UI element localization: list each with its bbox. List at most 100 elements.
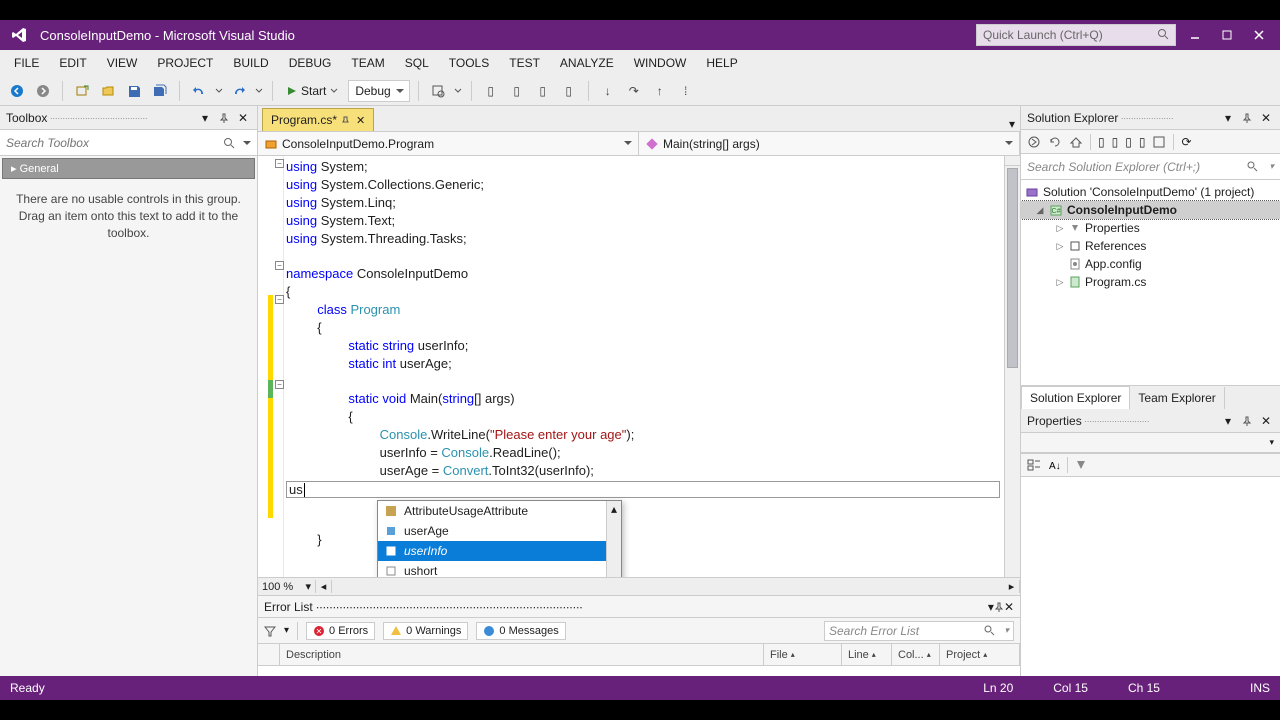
se-properties-icon[interactable]	[1152, 135, 1166, 149]
se-btn[interactable]: ▯	[1139, 135, 1146, 149]
intelli-item-selected[interactable]: userInfo	[378, 541, 621, 561]
col-project[interactable]: Project▴	[940, 644, 1020, 665]
menu-debug[interactable]: DEBUG	[281, 52, 340, 74]
solution-node[interactable]: Solution 'ConsoleInputDemo' (1 project)	[1021, 183, 1280, 201]
props-combo[interactable]: ▾	[1021, 433, 1280, 453]
menu-sql[interactable]: SQL	[397, 52, 437, 74]
pin-icon[interactable]	[1239, 413, 1255, 429]
zoom-combo[interactable]: 100 %▾	[258, 580, 316, 593]
intellisense-popup[interactable]: AttributeUsageAttribute userAge userInfo…	[377, 500, 622, 577]
tb-btn-4[interactable]: ▯	[558, 80, 580, 102]
menu-file[interactable]: FILE	[6, 52, 47, 74]
save-all-button[interactable]	[149, 80, 171, 102]
close-tab-icon[interactable]: ✕	[356, 114, 365, 127]
se-btn[interactable]: ▯	[1112, 135, 1119, 149]
start-button[interactable]: Start	[281, 84, 344, 98]
member-combo[interactable]: Main(string[] args)	[639, 132, 1020, 155]
step-over-button[interactable]: ↷	[623, 80, 645, 102]
maximize-button[interactable]	[1214, 22, 1240, 48]
se-showall-icon[interactable]: ⟳	[1181, 135, 1191, 149]
menu-test[interactable]: TEST	[501, 52, 548, 74]
tab-solution-explorer[interactable]: Solution Explorer	[1021, 386, 1130, 409]
menu-analyze[interactable]: ANALYZE	[552, 52, 622, 74]
intelli-item[interactable]: userAge	[378, 521, 621, 541]
type-combo[interactable]: ConsoleInputDemo.Program	[258, 132, 639, 155]
se-home-icon[interactable]	[1027, 135, 1041, 149]
close-icon[interactable]: ✕	[1258, 413, 1274, 429]
se-btn[interactable]: ▯	[1125, 135, 1132, 149]
messages-chip[interactable]: 0 Messages	[476, 622, 565, 640]
panel-dropdown-icon[interactable]: ▾	[197, 110, 213, 126]
redo-button[interactable]	[228, 80, 250, 102]
menu-window[interactable]: WINDOW	[626, 52, 695, 74]
menu-project[interactable]: PROJECT	[149, 52, 221, 74]
close-icon[interactable]: ✕	[1258, 110, 1274, 126]
categorized-icon[interactable]	[1027, 458, 1041, 472]
se-home2-icon[interactable]	[1069, 135, 1083, 149]
col-description[interactable]: Description	[280, 644, 764, 665]
intelli-item[interactable]: AttributeUsageAttribute	[378, 501, 621, 521]
col-file[interactable]: File▴	[764, 644, 842, 665]
col-line[interactable]: Line▴	[842, 644, 892, 665]
editor-scrollbar[interactable]	[1004, 156, 1020, 577]
current-line[interactable]: us	[286, 481, 1000, 498]
minimize-button[interactable]	[1182, 22, 1208, 48]
menu-help[interactable]: HELP	[698, 52, 745, 74]
save-button[interactable]	[123, 80, 145, 102]
pin-icon[interactable]	[994, 602, 1004, 612]
se-collapse-icon[interactable]: ▯	[1098, 135, 1105, 149]
tab-team-explorer[interactable]: Team Explorer	[1130, 387, 1224, 409]
intelli-item[interactable]: ushort	[378, 561, 621, 577]
programcs-node[interactable]: ▷Program.cs	[1021, 273, 1280, 291]
error-search-input[interactable]: Search Error List ▾	[824, 621, 1014, 641]
split-handle[interactable]	[1005, 156, 1020, 166]
toolbox-group-general[interactable]: ▸ General	[2, 158, 255, 179]
nav-fwd-button[interactable]	[32, 80, 54, 102]
se-refresh-icon[interactable]	[1048, 135, 1062, 149]
appconfig-node[interactable]: App.config	[1021, 255, 1280, 273]
chevron-down-icon[interactable]: ▾	[1004, 625, 1009, 636]
config-combo[interactable]: Debug	[348, 80, 409, 102]
project-node[interactable]: ◢C#ConsoleInputDemo	[1021, 201, 1280, 219]
step-out-button[interactable]: ↑	[649, 80, 671, 102]
warnings-chip[interactable]: 0 Warnings	[383, 622, 468, 640]
scroll-up-icon[interactable]: ▴	[607, 501, 621, 516]
tb-btn-3[interactable]: ▯	[532, 80, 554, 102]
solution-tree[interactable]: Solution 'ConsoleInputDemo' (1 project) …	[1021, 180, 1280, 385]
code-editor[interactable]: − − − − using System; using System.Colle…	[258, 156, 1020, 577]
step-into-button[interactable]: ↓	[597, 80, 619, 102]
hscroll-right[interactable]: ▸	[1004, 580, 1020, 593]
menu-build[interactable]: BUILD	[225, 52, 276, 74]
new-project-button[interactable]	[71, 80, 93, 102]
alpha-icon[interactable]: A↓	[1047, 458, 1061, 472]
references-node[interactable]: ▷References	[1021, 237, 1280, 255]
scrollbar-thumb[interactable]	[1007, 168, 1018, 368]
properties-node[interactable]: ▷Properties	[1021, 219, 1280, 237]
toolbox-search-input[interactable]	[6, 136, 251, 150]
tab-program-cs[interactable]: Program.cs* ✕	[262, 108, 374, 131]
props-btn[interactable]	[1074, 458, 1088, 472]
tb-btn-1[interactable]: ▯	[480, 80, 502, 102]
menu-edit[interactable]: EDIT	[51, 52, 94, 74]
col-col[interactable]: Col...▴	[892, 644, 940, 665]
close-icon[interactable]: ✕	[1004, 600, 1014, 614]
tb-more[interactable]: ⁞	[675, 80, 697, 102]
nav-back-button[interactable]	[6, 80, 28, 102]
tb-btn-2[interactable]: ▯	[506, 80, 528, 102]
menu-tools[interactable]: TOOLS	[441, 52, 497, 74]
close-button[interactable]	[1246, 22, 1272, 48]
chevron-down-icon[interactable]: ▾	[1269, 161, 1274, 172]
undo-button[interactable]	[188, 80, 210, 102]
menu-team[interactable]: TEAM	[343, 52, 392, 74]
pin-icon[interactable]	[1239, 110, 1255, 126]
pin-icon[interactable]	[216, 110, 232, 126]
intelli-scrollbar[interactable]: ▴ ▾	[606, 501, 621, 577]
panel-dropdown-icon[interactable]: ▾	[1220, 413, 1236, 429]
hscroll-left[interactable]: ◂	[316, 580, 332, 593]
find-button[interactable]	[427, 80, 449, 102]
menu-view[interactable]: VIEW	[99, 52, 146, 74]
find-dropdown[interactable]	[453, 80, 463, 102]
toolbox-search[interactable]	[0, 130, 257, 156]
undo-dropdown[interactable]	[214, 80, 224, 102]
se-search-input[interactable]: Search Solution Explorer (Ctrl+;) ▾	[1021, 154, 1280, 180]
